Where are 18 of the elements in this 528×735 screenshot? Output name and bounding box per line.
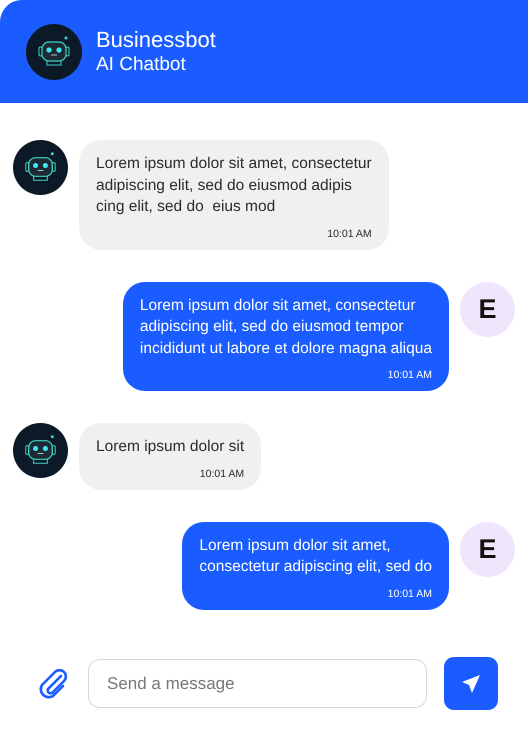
robot-avatar-icon xyxy=(13,140,68,195)
robot-avatar-icon xyxy=(13,423,68,478)
message-text: Lorem ipsum dolor sit amet, consectetur adipiscing elit, sed do xyxy=(199,536,432,577)
message-text: Lorem ipsum dolor sit amet, consectetur adipiscing elit, sed do eiusmod tempor incididunt ut labore et dolore magna aliqua xyxy=(140,296,432,358)
message-time: 10:01 AM xyxy=(198,468,244,480)
robot-avatar-icon xyxy=(26,24,82,80)
message-time: 10:01 AM xyxy=(386,588,432,600)
message-text: Lorem ipsum dolor sit amet, consectetur adipiscing elit, sed do eiusmod adipis cing elit, sed do eius mod xyxy=(96,154,372,217)
user-avatar: E xyxy=(460,282,515,336)
message-time: 10:01 AM xyxy=(326,228,372,240)
send-icon xyxy=(460,672,482,694)
user-avatar: E xyxy=(460,522,515,576)
message-input[interactable]: Send a message xyxy=(88,659,427,708)
bot-name: Businessbot xyxy=(96,26,216,52)
message-time: 10:01 AM xyxy=(386,369,432,381)
message-text: Lorem ipsum dolor sit xyxy=(96,437,244,457)
send-button[interactable] xyxy=(444,657,498,710)
bot-subtitle: AI Chatbot xyxy=(96,52,187,76)
